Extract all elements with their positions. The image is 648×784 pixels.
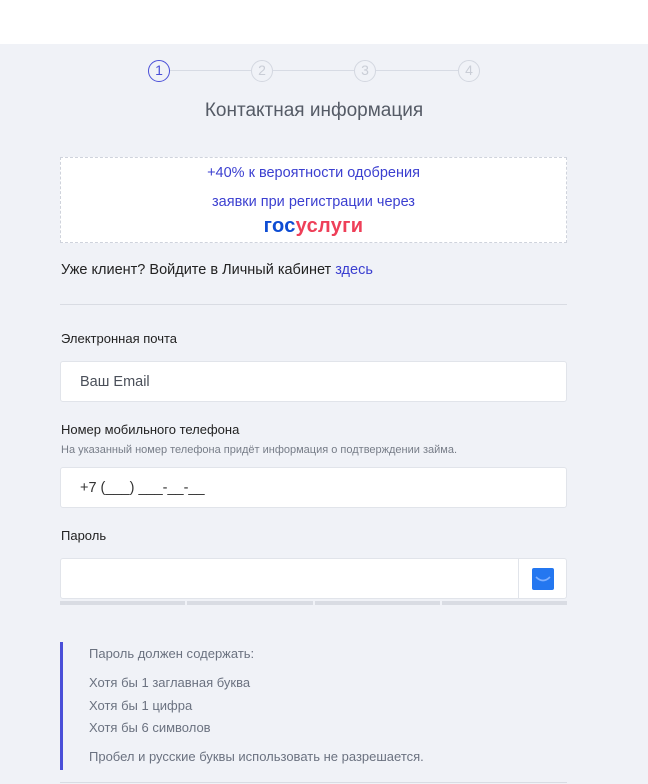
gosuslugi-promo-banner[interactable]: +40% к вероятности одобрения заявки при … [60, 157, 567, 243]
step-connector [376, 70, 458, 71]
password-rule-item: Хотя бы 1 цифра [89, 698, 193, 713]
progress-stepper: 1 2 3 4 [148, 60, 480, 82]
strength-segment [314, 601, 440, 605]
promo-line-2: заявки при регистрации через [212, 194, 415, 210]
password-strength-meter [60, 601, 567, 605]
password-label: Пароль [61, 528, 107, 543]
step-connector [170, 70, 251, 71]
step-1: 1 [148, 60, 170, 82]
eye-icon-glyph [534, 575, 551, 581]
strength-segment [60, 601, 186, 605]
step-connector [273, 70, 354, 71]
password-rule-item: Хотя бы 6 символов [89, 720, 211, 735]
strength-segment [187, 601, 313, 605]
phone-input[interactable] [60, 467, 567, 508]
section-divider [60, 304, 567, 305]
gosuslugi-logo[interactable]: госуслуги [61, 215, 566, 238]
promo-line-1: +40% к вероятности одобрения [207, 165, 420, 181]
strength-segment [441, 601, 567, 605]
password-field [60, 558, 567, 599]
existing-client-row: Уже клиент? Войдите в Личный кабинет зде… [61, 262, 373, 278]
password-rule-item: Хотя бы 1 заглавная буква [89, 675, 251, 690]
bottom-divider [60, 782, 567, 783]
password-rules-title: Пароль должен содержать: [89, 646, 255, 661]
phone-label: Номер мобильного телефона [61, 422, 240, 437]
step-4: 4 [458, 60, 480, 82]
top-bar [0, 0, 648, 44]
email-input[interactable] [60, 361, 567, 402]
step-3: 3 [354, 60, 376, 82]
existing-client-text: Уже клиент? Войдите в Личный кабинет [61, 262, 336, 278]
show-password-button[interactable] [518, 559, 566, 598]
page-title: Контактная информация [204, 100, 424, 121]
password-rules-note: Пробел и русские буквы использовать не р… [89, 749, 424, 764]
email-label: Электронная почта [61, 331, 178, 346]
login-here-link[interactable]: здесь [335, 262, 373, 278]
password-input[interactable] [61, 559, 519, 598]
phone-hint: На указанный номер телефона придёт инфор… [61, 444, 458, 456]
eye-icon [531, 567, 554, 590]
password-rules-box: Пароль должен содержать: Хотя бы 1 загла… [60, 642, 567, 770]
gosuslugi-logo-part-1: гос [263, 215, 296, 237]
step-2: 2 [251, 60, 273, 82]
gosuslugi-logo-part-2: услуги [295, 215, 364, 237]
